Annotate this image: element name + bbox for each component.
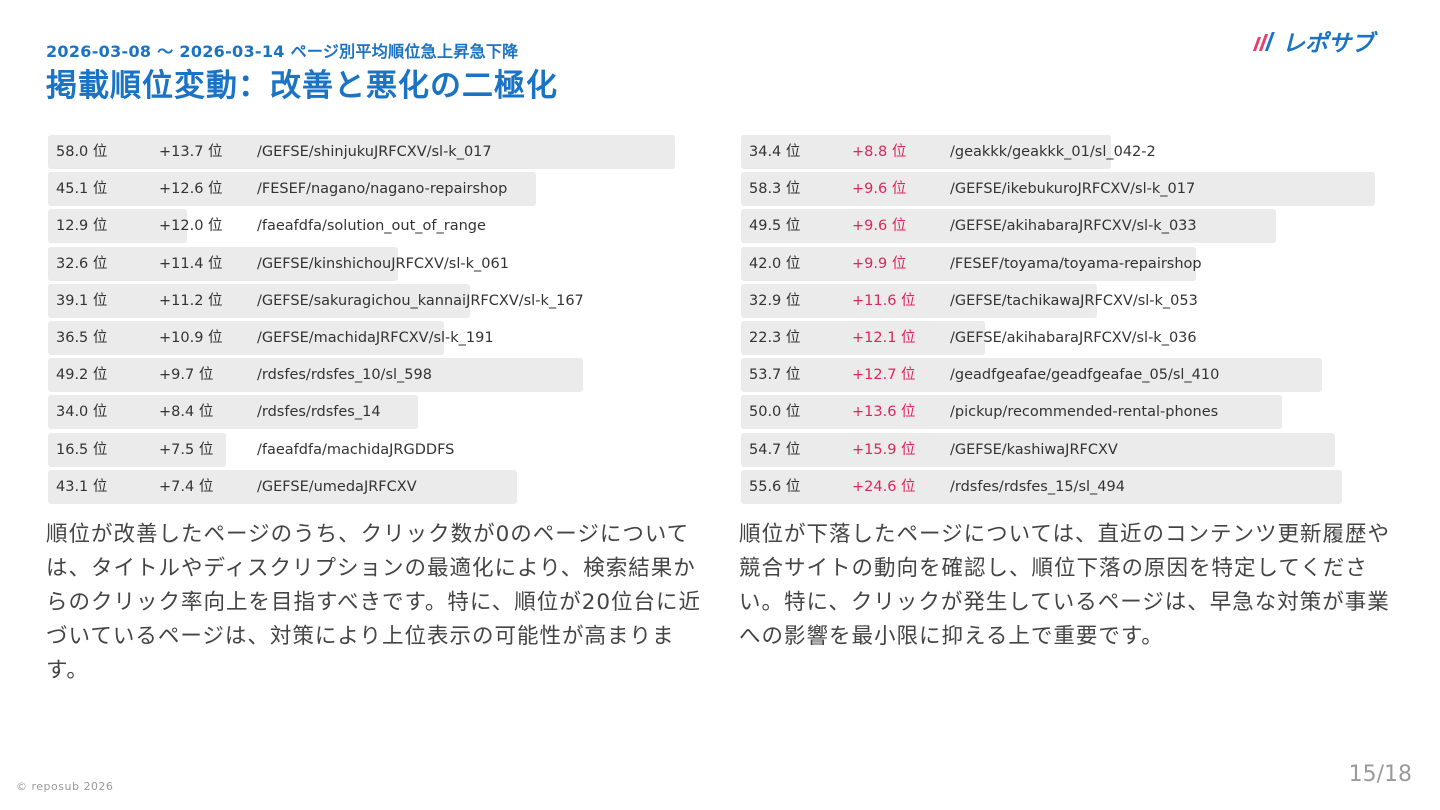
- rank-value: 34.0 位: [56, 404, 108, 421]
- rank-value: 49.5 位: [749, 218, 801, 235]
- delta-value: +9.7 位: [159, 367, 214, 384]
- delta-value: +11.4 位: [159, 255, 223, 272]
- page-number: 15/18: [1348, 762, 1412, 787]
- table-row: 22.3 位 +12.1 位/GEFSE/akihabaraJRFCXV/sl-k…: [741, 320, 1401, 355]
- table-row: 50.0 位 +13.6 位/pickup/recommended-rental-…: [741, 395, 1401, 430]
- delta-value: +12.7 位: [852, 367, 916, 384]
- page-path: /faeafdfa/machidaJRGDDFS: [257, 441, 455, 458]
- rank-value: 58.3 位: [749, 181, 801, 198]
- table-row: 36.5 位 +10.9 位/GEFSE/machidaJRFCXV/sl-k_1…: [48, 320, 708, 355]
- rank-value: 36.5 位: [56, 329, 108, 346]
- table-row: 32.6 位 +11.4 位/GEFSE/kinshichouJRFCXV/sl-…: [48, 246, 708, 281]
- table-row: 34.4 位 +8.8 位/geakkk/geakkk_01/sl_042-2: [741, 135, 1401, 169]
- delta-value: +10.9 位: [159, 329, 223, 346]
- table-row: 55.6 位 +24.6 位/rdsfes/rdsfes_15/sl_494: [741, 469, 1401, 504]
- rank-value: 12.9 位: [56, 218, 108, 235]
- table-row: 58.0 位 +13.7 位/GEFSE/shinjukuJRFCXV/sl-k_…: [48, 135, 708, 169]
- copyright: © reposub 2026: [16, 780, 114, 793]
- table-row: 54.7 位 +15.9 位/GEFSE/kashiwaJRFCXV: [741, 432, 1401, 467]
- slide-subtitle: 2026-03-08 ～ 2026-03-14 ページ別平均順位急上昇急下降: [46, 42, 519, 61]
- delta-value: +9.6 位: [852, 181, 907, 198]
- table-row: 49.5 位 +9.6 位/GEFSE/akihabaraJRFCXV/sl-k_…: [741, 209, 1401, 244]
- page-path: /rdsfes/rdsfes_14: [257, 404, 381, 421]
- table-row: 32.9 位 +11.6 位/GEFSE/tachikawaJRFCXV/sl-k…: [741, 283, 1401, 318]
- delta-value: +13.7 位: [159, 144, 223, 160]
- rank-value: 53.7 位: [749, 367, 801, 384]
- page-path: /GEFSE/umedaJRFCXV: [257, 478, 417, 495]
- table-row: 58.3 位 +9.6 位/GEFSE/ikebukuroJRFCXV/sl-k_…: [741, 172, 1401, 207]
- delta-value: +24.6 位: [852, 478, 916, 495]
- rank-value: 58.0 位: [56, 144, 108, 160]
- table-row: 53.7 位 +12.7 位/geadfgeafae/geadfgeafae_05…: [741, 358, 1401, 393]
- page-path: /pickup/recommended-rental-phones: [950, 404, 1219, 421]
- delta-value: +12.0 位: [159, 218, 223, 235]
- page-path: /GEFSE/kinshichouJRFCXV/sl-k_061: [257, 255, 509, 272]
- rank-value: 32.9 位: [749, 292, 801, 309]
- delta-value: +8.4 位: [159, 404, 214, 421]
- page-path: /faeafdfa/solution_out_of_range: [257, 218, 486, 235]
- page-path: /GEFSE/shinjukuJRFCXV/sl-k_017: [257, 144, 492, 160]
- delta-value: +8.8 位: [852, 144, 907, 160]
- table-row: 42.0 位 +9.9 位/FESEF/toyama/toyama-repairs…: [741, 246, 1401, 281]
- delta-value: +12.6 位: [159, 181, 223, 198]
- page-path: /GEFSE/akihabaraJRFCXV/sl-k_033: [950, 218, 1197, 235]
- page-path: /GEFSE/tachikawaJRFCXV/sl-k_053: [950, 292, 1198, 309]
- svg-text:レポサブ: レポサブ: [1282, 30, 1378, 57]
- delta-value: +13.6 位: [852, 404, 916, 421]
- rank-value: 34.4 位: [749, 144, 801, 160]
- rank-value: 39.1 位: [56, 292, 108, 309]
- page-path: /rdsfes/rdsfes_10/sl_598: [257, 367, 432, 384]
- delta-value: +12.1 位: [852, 329, 916, 346]
- table-row: 16.5 位 +7.5 位/faeafdfa/machidaJRGDDFS: [48, 432, 708, 467]
- delta-value: +11.6 位: [852, 292, 916, 309]
- page-path: /FESEF/nagano/nagano-repairshop: [257, 181, 508, 198]
- delta-value: +15.9 位: [852, 441, 916, 458]
- slide-title: 掲載順位変動：改善と悪化の二極化: [46, 68, 558, 104]
- page-path: /geakkk/geakkk_01/sl_042-2: [950, 144, 1156, 160]
- table-row: 39.1 位 +11.2 位/GEFSE/sakuragichou_kannaiJ…: [48, 283, 708, 318]
- table-row: 45.1 位 +12.6 位/FESEF/nagano/nagano-repair…: [48, 172, 708, 207]
- declined-note: 順位が下落したページについては、直近のコンテンツ更新履歴や競合サイトの動向を確認…: [739, 522, 1390, 649]
- rank-value: 55.6 位: [749, 478, 801, 495]
- page-path: /FESEF/toyama/toyama-repairshop: [950, 255, 1202, 272]
- page-path: /geadfgeafae/geadfgeafae_05/sl_410: [950, 367, 1220, 384]
- delta-value: +7.5 位: [159, 441, 214, 458]
- rank-value: 50.0 位: [749, 404, 801, 421]
- table-row: 43.1 位 +7.4 位/GEFSE/umedaJRFCXV: [48, 469, 708, 504]
- table-row: 34.0 位 +8.4 位/rdsfes/rdsfes_14: [48, 395, 708, 430]
- rank-value: 54.7 位: [749, 441, 801, 458]
- table-row: 12.9 位 +12.0 位/faeafdfa/solution_out_of_r…: [48, 209, 708, 244]
- rank-value: 43.1 位: [56, 478, 108, 495]
- rank-value: 16.5 位: [56, 441, 108, 458]
- improved-pages-list: 58.0 位 +13.7 位/GEFSE/shinjukuJRFCXV/sl-k_…: [48, 135, 708, 507]
- delta-value: +9.9 位: [852, 255, 907, 272]
- table-row: 49.2 位 +9.7 位/rdsfes/rdsfes_10/sl_598: [48, 358, 708, 393]
- delta-value: +11.2 位: [159, 292, 223, 309]
- rank-value: 42.0 位: [749, 255, 801, 272]
- rank-value: 32.6 位: [56, 255, 108, 272]
- declined-pages-list: 34.4 位 +8.8 位/geakkk/geakkk_01/sl_042-2 58…: [741, 135, 1401, 507]
- page-path: /GEFSE/kashiwaJRFCXV: [950, 441, 1118, 458]
- delta-value: +9.6 位: [852, 218, 907, 235]
- rank-value: 22.3 位: [749, 329, 801, 346]
- page-path: /GEFSE/akihabaraJRFCXV/sl-k_036: [950, 329, 1197, 346]
- delta-value: +7.4 位: [159, 478, 214, 495]
- page-path: /GEFSE/machidaJRFCXV/sl-k_191: [257, 329, 494, 346]
- rank-value: 49.2 位: [56, 367, 108, 384]
- page-path: /GEFSE/sakuragichou_kannaiJRFCXV/sl-k_16…: [257, 292, 584, 309]
- page-path: /rdsfes/rdsfes_15/sl_494: [950, 478, 1125, 495]
- rank-value: 45.1 位: [56, 181, 108, 198]
- page-path: /GEFSE/ikebukuroJRFCXV/sl-k_017: [950, 181, 1196, 198]
- improved-note: 順位が改善したページのうち、クリック数が0のページについては、タイトルやディスク…: [46, 522, 702, 683]
- reposub-logo: レポサブ: [1252, 30, 1378, 57]
